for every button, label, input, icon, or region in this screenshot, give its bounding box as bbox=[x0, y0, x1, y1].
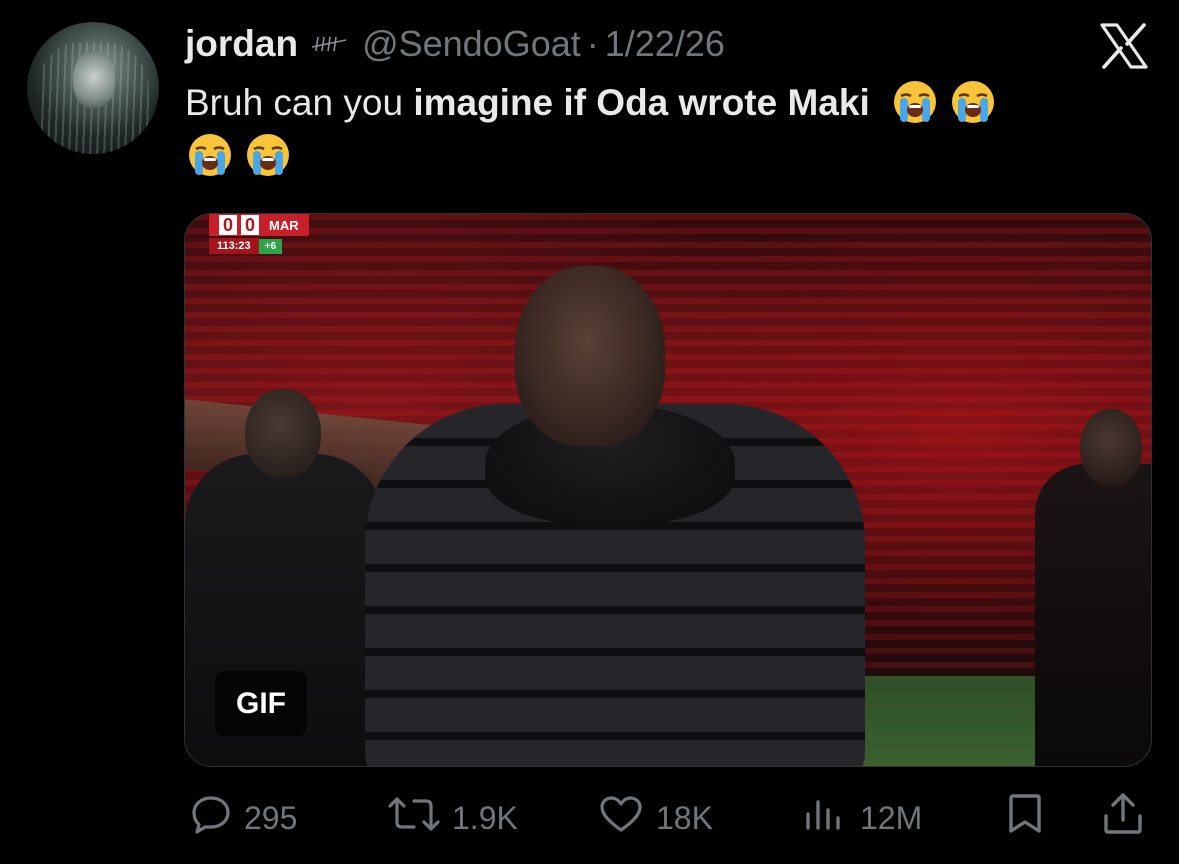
loudly-crying-face-icon bbox=[245, 132, 291, 178]
reply-count: 295 bbox=[244, 799, 298, 836]
tweet-text-bold: imagine if Oda wrote Maki bbox=[413, 82, 870, 123]
repost-button[interactable]: 1.9K bbox=[386, 790, 518, 846]
date-separator: · bbox=[586, 23, 599, 64]
repost-count: 1.9K bbox=[452, 799, 518, 836]
like-count: 18K bbox=[656, 799, 713, 836]
scoreboard-clock: 113:23 bbox=[209, 238, 259, 254]
person-right-head bbox=[1080, 409, 1142, 487]
loudly-crying-face-icon bbox=[950, 79, 996, 125]
loudly-crying-face-icon bbox=[187, 132, 233, 178]
views-count: 12M bbox=[860, 799, 923, 836]
tweet-text-regular: Bruh can you bbox=[185, 82, 414, 123]
person-main-head bbox=[515, 266, 665, 446]
tweet-text: Bruh can you imagine if Oda wrote Maki bbox=[185, 76, 1145, 182]
reply-icon bbox=[190, 794, 232, 842]
scoreboard-added-time: +6 bbox=[258, 238, 283, 254]
share-icon bbox=[1101, 792, 1145, 844]
scoreboard-score-row: 0 0 MAR bbox=[209, 214, 309, 236]
bookmark-icon bbox=[1005, 793, 1045, 843]
bookmark-button[interactable] bbox=[1005, 790, 1045, 846]
loudly-crying-face-icon bbox=[892, 79, 938, 125]
scoreboard-time-row: 113:23 +6 bbox=[209, 236, 309, 256]
user-handle[interactable]: @SendoGoat bbox=[362, 23, 581, 65]
scoreboard-home-score: 0 bbox=[219, 215, 237, 235]
tweet-header: jordan @SendoGoat · 1/22/26 bbox=[185, 16, 725, 72]
person-right bbox=[1035, 464, 1151, 766]
avatar-face bbox=[73, 52, 115, 108]
x-logo-icon[interactable] bbox=[1099, 22, 1149, 70]
scoreboard: 0 0 MAR 113:23 +6 bbox=[209, 214, 309, 258]
tweet-action-bar: 295 1.9K 18K 12M bbox=[0, 790, 1179, 846]
like-button[interactable]: 18K bbox=[598, 790, 713, 846]
display-name[interactable]: jordan bbox=[185, 23, 298, 65]
tweet-media-gif[interactable]: 0 0 MAR 113:23 +6 GIF bbox=[184, 213, 1152, 767]
tweet-date[interactable]: 1/22/26 bbox=[605, 23, 725, 65]
repost-icon bbox=[386, 794, 442, 842]
share-button[interactable] bbox=[1101, 790, 1145, 846]
avatar[interactable] bbox=[27, 22, 159, 154]
views-button[interactable]: 12M bbox=[802, 790, 922, 846]
scoreboard-team: MAR bbox=[269, 217, 299, 233]
tally-marks-icon bbox=[310, 34, 350, 54]
person-left-head bbox=[245, 389, 321, 479]
scoreboard-away-score: 0 bbox=[241, 215, 259, 235]
views-bar-chart-icon bbox=[802, 794, 848, 842]
heart-icon bbox=[598, 794, 644, 842]
gif-badge: GIF bbox=[215, 671, 307, 736]
reply-button[interactable]: 295 bbox=[190, 790, 297, 846]
